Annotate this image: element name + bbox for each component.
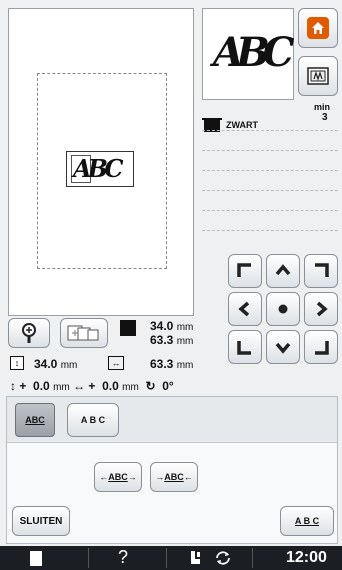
horizontal-offset-sign: + xyxy=(88,379,96,393)
wide-left-icon: ← xyxy=(183,472,193,482)
horizontal-offset-unit: mm xyxy=(122,382,139,393)
vertical-size-value: 34.0 xyxy=(34,357,58,371)
horizontal-size-value: 63.3 xyxy=(150,357,174,371)
thumbnail-text: ABC xyxy=(213,29,294,76)
status-separator xyxy=(166,548,167,568)
arrow-down-icon xyxy=(275,342,291,354)
list-divider xyxy=(202,150,338,151)
list-divider xyxy=(202,230,338,231)
panel-header: ABC A B C xyxy=(7,397,337,443)
color-list-item[interactable]: ZWART xyxy=(202,110,338,132)
move-downright-button[interactable] xyxy=(304,330,338,364)
narrow-right-icon: → xyxy=(127,472,137,482)
close-label: SLUITEN xyxy=(19,515,63,527)
size-unit: mm xyxy=(176,336,194,347)
horizontal-offset-icon: ↔ xyxy=(73,379,86,393)
move-down-button[interactable] xyxy=(266,330,300,364)
thumbnail-size-button[interactable] xyxy=(60,318,108,348)
move-right-button[interactable] xyxy=(304,292,338,326)
home-button[interactable] xyxy=(298,8,338,48)
spacing-mode-button[interactable]: A B C xyxy=(67,403,119,437)
zoom-icon xyxy=(22,323,36,343)
center-icon xyxy=(278,304,288,314)
list-divider xyxy=(202,170,338,171)
pattern-height-readout: 34.0 mm xyxy=(150,319,193,333)
status-separator xyxy=(88,548,89,568)
pattern-size-icon xyxy=(120,320,136,336)
horizontal-size-unit: mm xyxy=(176,360,194,371)
status-separator xyxy=(252,548,253,568)
wide-right-icon: → xyxy=(155,472,165,482)
help-button[interactable]: ? xyxy=(118,547,128,568)
move-up-button[interactable] xyxy=(266,254,300,288)
spacing-narrow-label: ABC xyxy=(108,472,128,482)
vertical-size-icon: ↕ xyxy=(10,356,24,370)
thread-color-name: ZWART xyxy=(226,120,258,130)
pattern-text: ABC xyxy=(73,154,123,183)
arrow-right-icon xyxy=(316,301,328,317)
vertical-offset-unit: mm xyxy=(53,382,70,393)
embroidery-screen: ABC ABC min 3 ZWART 34.0 mm 63.3 mm ↕ 34… xyxy=(0,0,342,570)
rotate-icon[interactable] xyxy=(214,550,232,566)
horizontal-size-icon: ↔ xyxy=(108,356,124,370)
thumbnail-size-icon xyxy=(67,325,99,341)
array-mode-label: ABC xyxy=(25,415,45,425)
size-height-value: 63.3 xyxy=(150,333,174,347)
list-divider xyxy=(202,130,338,131)
arrow-up-icon xyxy=(275,264,291,276)
move-upright-button[interactable] xyxy=(304,254,338,288)
spacing-wide-button[interactable]: → ABC ← xyxy=(150,462,198,492)
arrow-downright-icon xyxy=(315,341,329,355)
vertical-size-unit: mm xyxy=(60,360,78,371)
thread-view-icon xyxy=(307,67,329,85)
clock: 12:00 xyxy=(286,549,327,566)
arrow-upleft-icon xyxy=(237,263,251,277)
spacing-mode-label: A B C xyxy=(80,415,106,425)
vertical-size-readout: 34.0 mm xyxy=(34,357,77,371)
text-reset-button[interactable]: A B C xyxy=(280,506,334,536)
center-button[interactable] xyxy=(266,292,300,326)
vertical-offset-sign: + xyxy=(19,379,27,393)
narrow-left-icon: ← xyxy=(99,472,109,482)
move-arrow-pad xyxy=(226,252,338,364)
pattern-frame[interactable]: ABC xyxy=(66,151,134,187)
vertical-offset-icon: ↕ xyxy=(10,379,16,393)
array-mode-button[interactable]: ABC xyxy=(15,403,55,437)
size-unit: mm xyxy=(176,322,194,333)
arrow-left-icon xyxy=(238,301,250,317)
size-width-value: 34.0 xyxy=(150,319,174,333)
move-left-button[interactable] xyxy=(228,292,262,326)
document-icon[interactable] xyxy=(30,551,42,566)
horizontal-offset-value: 0.0 xyxy=(102,379,119,393)
home-icon xyxy=(307,17,329,39)
spacing-wide-label: ABC xyxy=(164,472,184,482)
rotation-value: 0° xyxy=(162,379,174,393)
zoom-button[interactable] xyxy=(8,318,50,348)
move-upleft-button[interactable] xyxy=(228,254,262,288)
horizontal-size-readout: 63.3 mm xyxy=(150,357,193,371)
status-bar: ? 12:00 xyxy=(0,546,342,570)
pattern-width-readout: 63.3 mm xyxy=(150,333,193,347)
position-readout: ↕ + 0.0 mm ↔ + 0.0 mm ↻ 0° xyxy=(10,379,174,393)
arrow-downleft-icon xyxy=(237,341,251,355)
spacing-narrow-button[interactable]: ← ABC → xyxy=(94,462,142,492)
presser-foot-icon[interactable] xyxy=(188,549,206,567)
list-divider xyxy=(202,190,338,191)
vertical-offset-value: 0.0 xyxy=(33,379,50,393)
list-divider xyxy=(202,210,338,211)
arrow-upright-icon xyxy=(315,263,329,277)
move-downleft-button[interactable] xyxy=(228,330,262,364)
pattern-preview: ABC xyxy=(8,8,194,316)
pattern-thumbnail: ABC xyxy=(202,8,294,100)
close-button[interactable]: SLUITEN xyxy=(12,506,70,536)
thread-view-button[interactable] xyxy=(298,56,338,96)
thread-color-list: min 3 ZWART xyxy=(202,102,338,248)
text-reset-label: A B C xyxy=(294,516,320,526)
rotation-icon: ↻ xyxy=(145,379,156,393)
